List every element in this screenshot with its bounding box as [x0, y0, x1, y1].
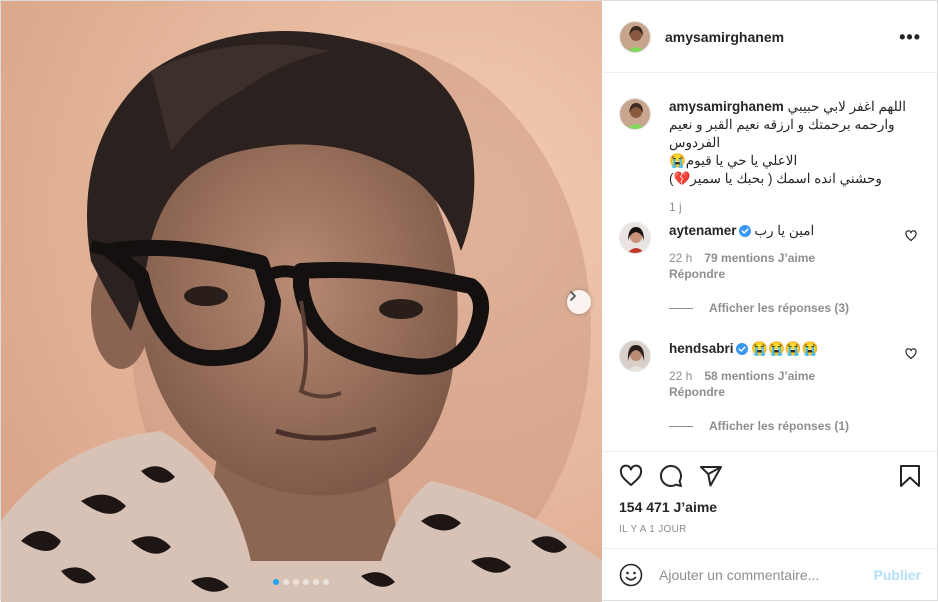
- like-comment-heart-icon[interactable]: [905, 348, 917, 360]
- view-replies-button[interactable]: Afficher les réponses (3): [669, 301, 849, 315]
- caption-line: وارحمه برحمتك و ارزقه نعيم القبر و نعيم …: [669, 117, 895, 150]
- author-username[interactable]: amysamirghanem: [665, 29, 784, 45]
- caption-time[interactable]: 1 j: [669, 200, 682, 214]
- divider: [669, 425, 693, 427]
- post-header: amysamirghanem •••: [603, 1, 937, 73]
- divider: [669, 307, 693, 309]
- portrait-image: [1, 1, 602, 602]
- comment-text: 😭😭😭😭: [751, 341, 819, 356]
- bookmark-icon[interactable]: [899, 464, 921, 488]
- author-avatar[interactable]: [619, 98, 651, 130]
- post-details: amysamirghanem ••• amysamirghanem اللهم …: [603, 1, 937, 600]
- post-timestamp[interactable]: IL Y A 1 JOUR: [619, 524, 687, 535]
- likes-count[interactable]: 154 471 J’aime: [619, 499, 717, 515]
- view-replies-button[interactable]: Afficher les réponses (1): [669, 419, 849, 433]
- publish-button[interactable]: Publier: [874, 567, 921, 583]
- carousel-dot: [293, 579, 299, 585]
- post-photo[interactable]: [1, 1, 602, 602]
- comment-time[interactable]: 22 h: [669, 369, 692, 383]
- next-photo-button[interactable]: [567, 290, 591, 314]
- caption-line: وحشني انده اسمك ( بحبك يا سمير💔): [669, 171, 882, 186]
- carousel-dot: [273, 579, 279, 585]
- chevron-right-icon: [570, 291, 576, 301]
- carousel-dot: [323, 579, 329, 585]
- carousel-dot: [283, 579, 289, 585]
- comment-likes[interactable]: 58 mentions J’aime: [704, 369, 815, 383]
- view-replies-label: Afficher les réponses (3): [709, 301, 850, 315]
- commenter-avatar[interactable]: [619, 340, 651, 372]
- add-comment-bar: Publier: [603, 548, 937, 600]
- instagram-post: amysamirghanem ••• amysamirghanem اللهم …: [0, 0, 938, 602]
- carousel-dot: [303, 579, 309, 585]
- caption-line: اللهم اغفر لابي حبيبي: [787, 99, 906, 114]
- comment-username[interactable]: hendsabri: [669, 341, 734, 356]
- share-icon[interactable]: [699, 464, 723, 488]
- view-replies-label: Afficher les réponses (1): [709, 419, 850, 433]
- comment-username[interactable]: aytenamer: [669, 223, 737, 238]
- carousel-indicator: [273, 579, 329, 585]
- author-avatar[interactable]: [619, 20, 651, 53]
- reply-button[interactable]: Répondre: [669, 383, 899, 401]
- comment-input[interactable]: [659, 566, 864, 583]
- comment-icon[interactable]: [659, 464, 683, 488]
- heart-icon[interactable]: [619, 464, 643, 488]
- carousel-dot: [313, 579, 319, 585]
- commenter-avatar[interactable]: [619, 222, 651, 254]
- more-options-icon[interactable]: •••: [899, 28, 921, 46]
- reply-button[interactable]: Répondre: [669, 265, 899, 283]
- caption-username[interactable]: amysamirghanem: [669, 99, 784, 114]
- comment-likes[interactable]: 79 mentions J’aime: [704, 251, 815, 265]
- verified-icon: [735, 343, 748, 355]
- post-actions: 154 471 J’aime IL Y A 1 JOUR: [603, 451, 937, 548]
- comment-text: امين يا رب: [754, 223, 815, 238]
- like-comment-heart-icon[interactable]: [905, 230, 917, 242]
- verified-icon: [738, 225, 751, 237]
- emoji-icon[interactable]: [619, 563, 643, 587]
- comment-time[interactable]: 22 h: [669, 251, 692, 265]
- caption-line: الاعلي يا حي يا قيوم😭: [669, 153, 798, 168]
- comments-list[interactable]: amysamirghanem اللهم اغفر لابي حبيبي وار…: [603, 74, 937, 452]
